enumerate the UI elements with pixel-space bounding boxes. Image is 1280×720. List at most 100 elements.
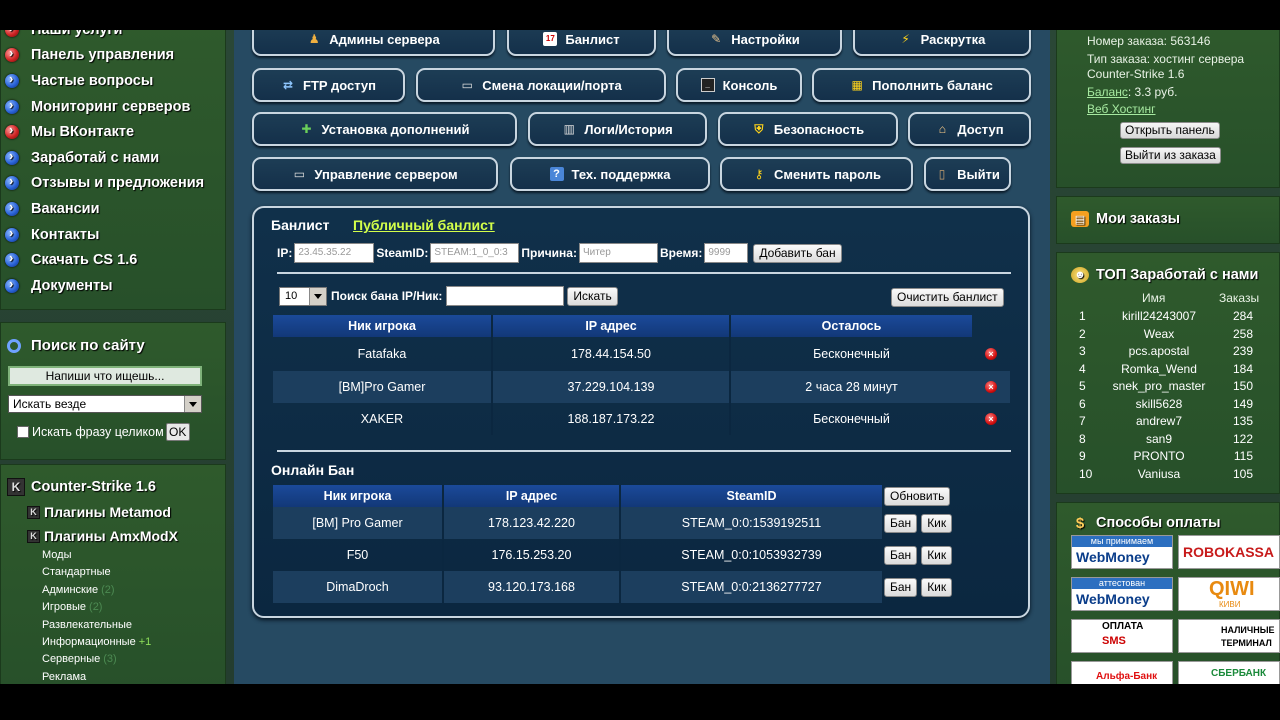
robokassa-logo[interactable]: ROBOKASSA	[1178, 535, 1280, 569]
phrase-checkbox[interactable]	[17, 426, 29, 438]
webmoney-accept-logo[interactable]: мы принимаем WebMoney	[1071, 535, 1173, 569]
medal-icon: ☻	[1071, 267, 1089, 283]
balance-link[interactable]: Баланс	[1087, 85, 1128, 99]
sidebar-item[interactable]: Наши услуги	[1, 30, 225, 43]
add-ban-button[interactable]: Добавить бан	[753, 243, 842, 263]
game-cs16[interactable]: K Counter-Strike 1.6	[1, 465, 225, 496]
user-name: skill5628	[1135, 396, 1183, 411]
reason-field[interactable]: Читер	[578, 243, 658, 263]
per-page-select[interactable]: 10	[279, 286, 327, 306]
chevron-down-icon[interactable]	[184, 396, 201, 412]
search-ok-button[interactable]: OK	[165, 423, 190, 441]
sidebar-item[interactable]: Частые вопросы	[1, 68, 225, 94]
public-banlist-link[interactable]: Публичный банлист	[353, 217, 495, 233]
addons-button[interactable]: ✚ Установка дополнений	[252, 112, 517, 146]
alfa-bank-logo[interactable]: Альфа-Банк	[1071, 661, 1173, 684]
rank: 10	[1079, 466, 1093, 481]
settings-button[interactable]: ✎ Настройки	[667, 30, 842, 56]
sidebar-item[interactable]: Отзывы и предложения	[1, 171, 225, 197]
plugin-category[interactable]: Админские (2)	[42, 582, 225, 599]
exit-order-button[interactable]: Выйти из заказа	[1120, 147, 1221, 164]
my-orders-panel[interactable]: ▤ Мои заказы	[1056, 196, 1280, 244]
row-actions: Бан Кик	[882, 539, 955, 571]
ban-player-button[interactable]: Бан	[884, 577, 918, 597]
logs-button[interactable]: ▥ Логи/История	[528, 112, 707, 146]
online-ban-table: Ник игрока IP адрес SteamID Обновить [BM…	[273, 485, 955, 603]
support-button[interactable]: ? Тех. поддержка	[510, 157, 710, 191]
webmoney-attested-logo[interactable]: аттестован WebMoney	[1071, 577, 1173, 611]
banlist-button[interactable]: 17 Банлист	[507, 30, 656, 56]
sidebar-item[interactable]: Скачать CS 1.6	[1, 247, 225, 273]
player-steamid: STEAM_0:0:2136277727	[619, 571, 882, 603]
open-panel-button[interactable]: Открыть панель	[1120, 122, 1220, 139]
cs-game-icon: K	[7, 478, 25, 496]
sidebar-item[interactable]: Заработай с нами	[1, 145, 225, 171]
ban-search-input[interactable]	[446, 286, 565, 306]
plugin-category[interactable]: Развлекательные	[42, 617, 225, 634]
main-menu: Наши услуги Панель управления Частые вопро…	[1, 30, 225, 299]
logout-label: Выйти	[957, 166, 1000, 182]
ip-label: IP:	[277, 246, 293, 260]
sidebar-item[interactable]: Панель управления	[1, 43, 225, 69]
player-ip: 178.44.154.50	[491, 337, 730, 371]
change-password-button[interactable]: ⚷ Сменить пароль	[720, 157, 913, 191]
ip-field[interactable]: 23.45.35.22	[294, 243, 375, 263]
delete-icon[interactable]: ×	[985, 348, 997, 360]
kick-player-button[interactable]: Кик	[921, 545, 953, 565]
add-ban-form: IP: 23.45.35.22 SteamID: STEAM:1_0_0:3 П…	[277, 243, 842, 263]
plugin-category[interactable]: Игровые (2)	[42, 599, 225, 616]
plugin-category[interactable]: Серверные (3)	[42, 651, 225, 668]
delete-icon[interactable]: ×	[985, 381, 997, 393]
clear-banlist-button[interactable]: Очистить банлист	[891, 288, 1004, 307]
sidebar-item-label: Вакансии	[31, 200, 100, 217]
sidebar-item[interactable]: Мониторинг серверов	[1, 94, 225, 120]
payment-title: $ Способы оплаты	[1057, 503, 1279, 532]
cash-terminal-logo[interactable]: НАЛИЧНЫЕ ТЕРМИНАЛ	[1178, 619, 1280, 653]
security-button[interactable]: ⛨ Безопасность	[718, 112, 898, 146]
site-search-title-text: Поиск по сайту	[31, 337, 145, 354]
topup-button[interactable]: ▦ Пополнить баланс	[812, 68, 1031, 102]
plugin-category[interactable]: Стандартные	[42, 564, 225, 581]
plugin-category[interactable]: Реклама	[42, 669, 225, 684]
location-button[interactable]: ▭ Смена локации/порта	[416, 68, 666, 102]
delete-icon[interactable]: ×	[985, 413, 997, 425]
security-label: Безопасность	[773, 121, 865, 137]
sidebar-item[interactable]: Мы ВКонтакте	[1, 119, 225, 145]
console-button[interactable]: _ Консоль	[676, 68, 802, 102]
rank: 5	[1079, 379, 1086, 393]
metamod-category[interactable]: K Плагины Metamod	[1, 496, 225, 520]
kick-player-button[interactable]: Кик	[921, 577, 953, 597]
admins-button[interactable]: ♟ Админы сервера	[252, 30, 495, 56]
steamid-field[interactable]: STEAM:1_0_0:3	[430, 243, 520, 263]
qiwi-logo[interactable]: QIWI КИВИ	[1178, 577, 1280, 611]
sidebar-item[interactable]: Контакты	[1, 222, 225, 248]
kick-player-button[interactable]: Кик	[921, 513, 953, 533]
logout-button[interactable]: ▯ Выйти	[924, 157, 1011, 191]
sberbank-logo[interactable]: СБЕРБАНК	[1178, 661, 1280, 684]
amxmodx-category[interactable]: K Плагины AmxModX	[1, 520, 225, 544]
web-hosting-link[interactable]: Веб Хостинг	[1087, 102, 1156, 116]
home-icon: ⌂	[938, 122, 947, 136]
plugin-category[interactable]: Информационные +1	[42, 634, 225, 651]
plugin-category[interactable]: Моды	[42, 547, 225, 564]
sidebar-item[interactable]: Документы	[1, 273, 225, 299]
promo-button[interactable]: ⚡ Раскрутка	[853, 30, 1031, 56]
site-search-input[interactable]: Напиши что ищешь...	[8, 366, 202, 386]
sms-payment-logo[interactable]: ОПЛАТА SMS	[1071, 619, 1173, 653]
access-button[interactable]: ⌂ Доступ	[908, 112, 1031, 146]
my-orders-label: Мои заказы	[1096, 211, 1181, 227]
arrow-bullet-icon	[5, 276, 19, 293]
ban-player-button[interactable]: Бан	[884, 545, 918, 565]
sidebar-item-label: Контакты	[31, 226, 100, 243]
ban-player-button[interactable]: Бан	[884, 513, 918, 533]
plugin-count: (2)	[89, 601, 103, 614]
ftp-button[interactable]: ⇄ FTP доступ	[252, 68, 405, 102]
refresh-button[interactable]: Обновить	[884, 486, 951, 506]
server-mgmt-button[interactable]: ▭ Управление сервером	[252, 157, 498, 191]
chevron-down-icon[interactable]	[309, 287, 326, 305]
sidebar-item[interactable]: Вакансии	[1, 196, 225, 222]
ban-search-button[interactable]: Искать	[567, 286, 618, 306]
help-icon: ?	[549, 167, 564, 181]
search-scope-select[interactable]: Искать везде	[8, 395, 202, 413]
time-field[interactable]: 9999	[704, 243, 749, 263]
